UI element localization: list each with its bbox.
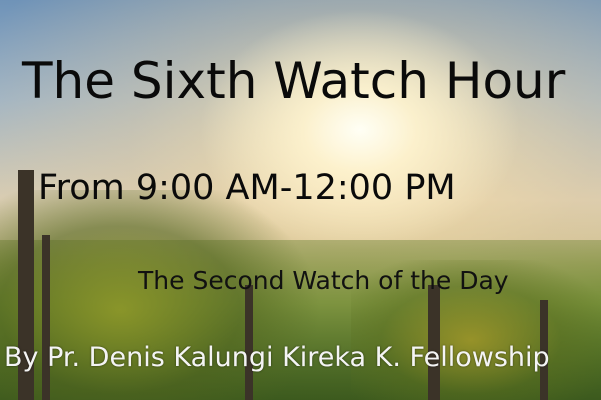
title: The Sixth Watch Hour — [22, 52, 566, 110]
time-range: From 9:00 AM-12:00 PM — [38, 168, 456, 208]
vine-post — [42, 235, 50, 400]
subtitle: The Second Watch of the Day — [138, 266, 509, 295]
byline: By Pr. Denis Kalungi Kireka K. Fellowshi… — [4, 342, 550, 373]
